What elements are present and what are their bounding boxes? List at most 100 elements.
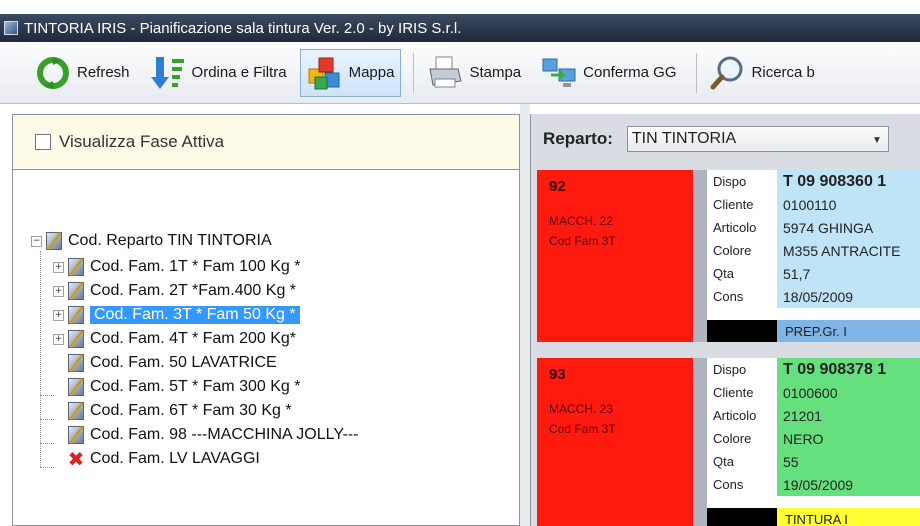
family-icon xyxy=(68,402,84,420)
colore-label: Colore xyxy=(707,427,777,450)
search-label: Ricerca b xyxy=(751,64,815,81)
tree-item-label: Cod. Fam. LV LAVAGGI xyxy=(90,450,260,467)
tree-item-label: Cod. Fam. 50 LAVATRICE xyxy=(90,354,277,371)
cons-label: Cons xyxy=(707,473,777,496)
map-panel: Reparto: TIN TINTORIA ▼ 92 MACCH. 22 Cod… xyxy=(530,114,920,526)
tree-connector xyxy=(40,251,41,401)
family-icon xyxy=(68,306,84,324)
map-button[interactable]: Mappa xyxy=(299,48,402,97)
card-spacer xyxy=(693,170,707,342)
tree-root-label: Cod. Reparto TIN TINTORIA xyxy=(68,232,272,249)
tree-connector xyxy=(40,443,54,444)
confirm-gg-button[interactable]: Conferma GG xyxy=(534,49,683,97)
machine-card[interactable]: 92 MACCH. 22 Cod Fam 3T Dispo T 09 90836… xyxy=(537,170,920,342)
reparto-label: Reparto: xyxy=(543,129,613,148)
window-titlebar: TINTORIA IRIS - Pianificazione sala tint… xyxy=(0,14,920,42)
cons-value: 19/05/2009 xyxy=(777,473,920,496)
info-row: Articolo 21201 xyxy=(707,404,920,427)
articolo-label: Articolo xyxy=(707,216,777,239)
sort-filter-button[interactable]: Ordina e Filtra xyxy=(143,49,294,97)
active-phase-checkbox[interactable] xyxy=(35,134,51,150)
order-info[interactable]: Dispo T 09 908378 1 Cliente 0100600 Arti… xyxy=(707,358,920,526)
articolo-value: 5974 GHINGA xyxy=(777,216,920,239)
tree-item[interactable]: ✖ Cod. Fam. LV LAVAGGI xyxy=(66,447,260,471)
cliente-label: Cliente xyxy=(707,193,777,216)
reparto-select-value: TIN TINTORIA xyxy=(631,130,737,147)
family-icon xyxy=(68,354,84,372)
tree-connector xyxy=(40,467,54,468)
sort-filter-label: Ordina e Filtra xyxy=(191,64,287,81)
department-icon xyxy=(46,232,62,250)
search-icon xyxy=(710,55,746,91)
reparto-bar: Reparto: TIN TINTORIA ▼ xyxy=(531,114,920,164)
x-icon: ✖ xyxy=(67,447,85,471)
confirm-gg-label: Conferma GG xyxy=(583,64,677,81)
machine-family: Cod Fam 3T xyxy=(549,234,616,248)
printer-icon xyxy=(427,55,463,91)
info-row: Cons 18/05/2009 xyxy=(707,285,920,308)
info-row: Qta 51,7 xyxy=(707,262,920,285)
status-row: TINTURA I xyxy=(707,508,920,526)
tree-item[interactable]: + Cod. Fam. 1T * Fam 100 Kg * xyxy=(53,255,300,279)
status-row: PREP.Gr. I xyxy=(707,320,920,342)
map-icon xyxy=(307,55,343,91)
info-row: Articolo 5974 GHINGA xyxy=(707,216,920,239)
status-badge: PREP.Gr. I xyxy=(777,320,920,342)
machine-name: MACCH. 23 xyxy=(549,402,614,416)
refresh-icon xyxy=(35,55,71,91)
active-phase-checkbox-label[interactable]: Visualizza Fase Attiva xyxy=(59,132,224,152)
tree-root[interactable]: − Cod. Reparto TIN TINTORIA xyxy=(31,229,272,253)
order-info[interactable]: Dispo T 09 908360 1 Cliente 0100110 Arti… xyxy=(707,170,920,342)
tree-connector xyxy=(40,419,54,420)
dispo-label: Dispo xyxy=(707,170,777,193)
family-icon xyxy=(68,426,84,444)
colore-label: Colore xyxy=(707,239,777,262)
window-title: TINTORIA IRIS - Pianificazione sala tint… xyxy=(24,19,462,37)
dispo-label: Dispo xyxy=(707,358,777,381)
family-icon xyxy=(68,282,84,300)
machine-tile[interactable]: 92 MACCH. 22 Cod Fam 3T xyxy=(537,170,693,342)
info-row: Dispo T 09 908378 1 xyxy=(707,358,920,381)
cons-value: 18/05/2009 xyxy=(777,285,920,308)
tree-item[interactable]: + Cod. Fam. 4T * Fam 200 Kg* xyxy=(53,327,296,351)
expand-toggle[interactable]: + xyxy=(53,261,64,273)
toolbar-separator xyxy=(695,52,697,93)
expand-toggle[interactable]: + xyxy=(53,309,64,321)
qta-value: 55 xyxy=(777,450,920,473)
info-row: Dispo T 09 908360 1 xyxy=(707,170,920,193)
reparto-select[interactable]: TIN TINTORIA ▼ xyxy=(626,126,889,152)
info-row: Colore NERO xyxy=(707,427,920,450)
expand-toggle[interactable]: + xyxy=(53,285,64,297)
family-icon xyxy=(68,258,84,276)
print-label: Stampa xyxy=(469,64,522,81)
expand-toggle[interactable]: + xyxy=(53,333,64,345)
tree-item[interactable]: Cod. Fam. 6T * Fam 30 Kg * xyxy=(68,399,292,423)
tree-item[interactable]: Cod. Fam. 50 LAVATRICE xyxy=(68,351,277,375)
colore-value: NERO xyxy=(777,427,920,450)
search-button[interactable]: Ricerca b xyxy=(703,49,822,97)
tree-panel: Visualizza Fase Attiva − Cod. Reparto TI… xyxy=(12,114,520,526)
articolo-value: 21201 xyxy=(777,404,920,427)
collapse-toggle[interactable]: − xyxy=(31,235,42,247)
machine-card[interactable]: 93 MACCH. 23 Cod Fam 3T Dispo T 09 90837… xyxy=(537,358,920,526)
app-icon xyxy=(4,21,18,35)
sort-filter-icon xyxy=(150,55,186,91)
machine-name: MACCH. 22 xyxy=(549,214,614,228)
print-button[interactable]: Stampa xyxy=(420,49,528,97)
confirm-icon xyxy=(541,55,577,91)
tree-item[interactable]: + Cod. Fam. 2T *Fam.400 Kg * xyxy=(53,279,296,303)
info-row: Cliente 0100600 xyxy=(707,381,920,404)
tree-item[interactable]: Cod. Fam. 98 ---MACCHINA JOLLY--- xyxy=(68,423,359,447)
chevron-down-icon[interactable]: ▼ xyxy=(872,135,882,146)
tree-item-label: Cod. Fam. 3T * Fam 50 Kg * xyxy=(89,305,301,325)
refresh-label: Refresh xyxy=(77,64,130,81)
tree-item-selected[interactable]: + Cod. Fam. 3T * Fam 50 Kg * xyxy=(53,303,301,327)
refresh-button[interactable]: Refresh xyxy=(28,49,137,97)
cliente-value: 0100110 xyxy=(777,193,920,216)
tree-item[interactable]: Cod. Fam. 5T * Fam 300 Kg * xyxy=(68,375,300,399)
splitter[interactable] xyxy=(520,104,530,526)
toolbar-separator xyxy=(413,52,415,93)
machine-tile[interactable]: 93 MACCH. 23 Cod Fam 3T xyxy=(537,358,693,526)
machine-number: 92 xyxy=(549,178,566,195)
dispo-value: T 09 908378 1 xyxy=(777,358,920,381)
